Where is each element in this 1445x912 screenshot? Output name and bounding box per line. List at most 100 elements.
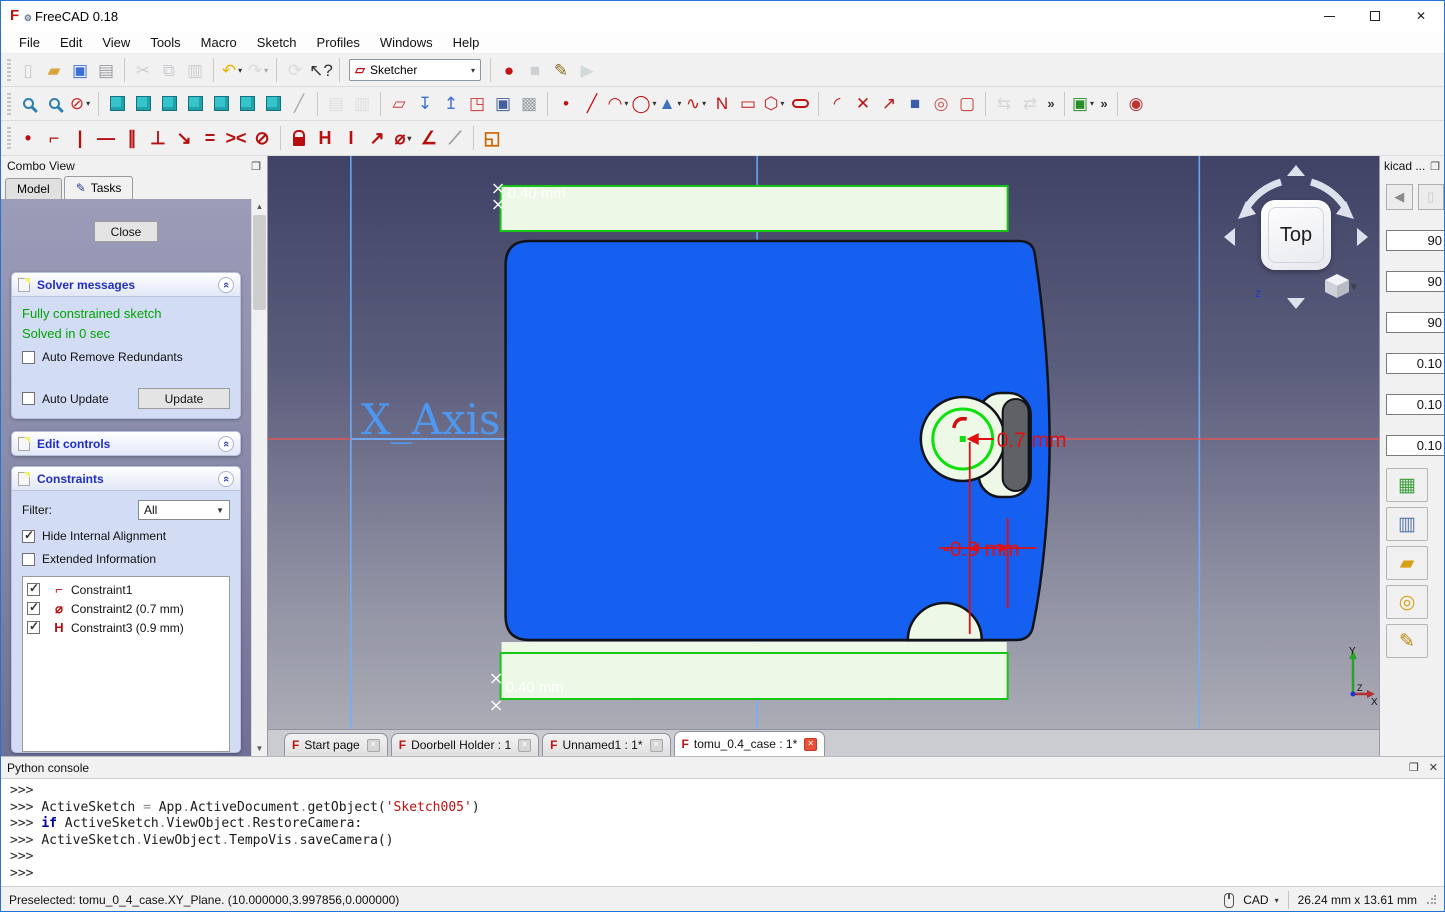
create-point-icon[interactable]: • bbox=[553, 91, 579, 117]
auto-update-checkbox[interactable] bbox=[22, 392, 35, 405]
python-console-body[interactable]: >>> >>> ActiveSketch = App.ActiveDocumen… bbox=[1, 779, 1444, 887]
constraint-coincident-icon[interactable]: • bbox=[15, 125, 41, 151]
document-tab-start-page[interactable]: FStart page✕ bbox=[284, 733, 388, 756]
menu-macro[interactable]: Macro bbox=[191, 32, 247, 53]
constraint-row[interactable]: ⌀Constraint2 (0.7 mm) bbox=[27, 599, 225, 618]
menu-view[interactable]: View bbox=[92, 32, 140, 53]
nav-left-arrow[interactable] bbox=[1224, 228, 1235, 246]
create-polygon-icon[interactable]: ⬡▾ bbox=[761, 91, 787, 117]
leave-sketch-icon[interactable]: ↧ bbox=[412, 91, 438, 117]
view-rear-icon[interactable] bbox=[208, 91, 234, 117]
construction-mode-icon[interactable]: ▢ bbox=[954, 91, 980, 117]
nav-right-arrow[interactable] bbox=[1357, 228, 1368, 246]
save-document-icon[interactable]: ▣ bbox=[67, 57, 93, 83]
constraint-equal-icon[interactable]: = bbox=[197, 125, 223, 151]
edit-controls-header[interactable]: Edit controls « bbox=[11, 431, 241, 456]
nav-style-dropdown[interactable]: CAD▾ bbox=[1243, 893, 1278, 907]
minimize-button[interactable] bbox=[1306, 1, 1352, 31]
tab-close-icon[interactable]: ✕ bbox=[367, 739, 380, 752]
macro-execute-icon[interactable]: ▶ bbox=[574, 57, 600, 83]
refresh-icon[interactable]: ⟳ bbox=[282, 57, 308, 83]
create-rectangle-icon[interactable]: ▭ bbox=[735, 91, 761, 117]
resize-grip[interactable] bbox=[1426, 895, 1436, 905]
scroll-down-icon[interactable]: ▼ bbox=[252, 741, 267, 756]
macro-edit-icon[interactable]: ✎ bbox=[548, 57, 574, 83]
clone-icon[interactable]: ⇄ bbox=[1017, 91, 1043, 117]
collapse-icon[interactable]: « bbox=[218, 471, 234, 487]
new-document-icon[interactable]: ▯ bbox=[15, 57, 41, 83]
constraint-lock-icon[interactable] bbox=[286, 125, 312, 151]
document-tab-doorbell-holder-1[interactable]: FDoorbell Holder : 1✕ bbox=[391, 733, 539, 756]
create-arc-icon[interactable]: ◠▾ bbox=[605, 91, 631, 117]
sketch-tools-overflow-icon[interactable]: » bbox=[1043, 91, 1059, 117]
create-slot-icon[interactable] bbox=[787, 91, 813, 117]
view-left-icon[interactable] bbox=[260, 91, 286, 117]
float-panel-icon[interactable]: ❐ bbox=[251, 160, 261, 173]
constraint-point-on-object-icon[interactable]: ⌐ bbox=[41, 125, 67, 151]
tab-close-icon[interactable]: ✕ bbox=[650, 739, 663, 752]
tab-tasks[interactable]: ✎Tasks bbox=[64, 176, 134, 199]
distance-dimension-label[interactable]: -0.9 mm bbox=[943, 538, 1020, 561]
constraint-perpendicular-icon[interactable]: ⊥ bbox=[145, 125, 171, 151]
export-database-button[interactable]: ◎ bbox=[1386, 585, 1428, 619]
close-panel-icon[interactable]: ✕ bbox=[1429, 761, 1438, 774]
panel-scrollbar[interactable]: ▲ ▼ bbox=[251, 199, 267, 756]
highlighted-face-top[interactable] bbox=[501, 186, 1008, 231]
push-footprint-button[interactable]: ▦ bbox=[1386, 468, 1428, 502]
circle-center-point[interactable] bbox=[960, 436, 966, 442]
constraints-header[interactable]: Constraints « bbox=[11, 466, 241, 491]
dropdown-arrow-icon[interactable]: ▾ bbox=[653, 99, 657, 108]
map-sketch-icon[interactable]: ▣ bbox=[490, 91, 516, 117]
tab-model[interactable]: Model bbox=[5, 178, 62, 199]
menu-help[interactable]: Help bbox=[443, 32, 490, 53]
toolbar-grip[interactable] bbox=[7, 93, 11, 115]
constraint-vertical-icon[interactable]: | bbox=[67, 125, 93, 151]
constraint-checkbox[interactable] bbox=[27, 602, 40, 615]
kicad-spinbox[interactable]: 90 bbox=[1386, 230, 1444, 251]
create-polyline-icon[interactable]: N bbox=[709, 91, 735, 117]
menu-file[interactable]: File bbox=[9, 32, 50, 53]
menu-tools[interactable]: Tools bbox=[140, 32, 190, 53]
scroll-up-icon[interactable]: ▲ bbox=[252, 199, 267, 214]
nav-down-arrow[interactable] bbox=[1287, 298, 1305, 309]
create-line-icon[interactable]: ╱ bbox=[579, 91, 605, 117]
nav-up-arrow[interactable] bbox=[1287, 165, 1305, 176]
dropdown-arrow-icon[interactable]: ▾ bbox=[677, 99, 681, 108]
bottom-dimension-label[interactable]: 0.40 mm bbox=[506, 679, 564, 696]
kicad-spinbox[interactable]: 90 bbox=[1386, 312, 1444, 333]
copy-icon[interactable]: ⧉ bbox=[156, 57, 182, 83]
extend-edge-icon[interactable]: ↗ bbox=[876, 91, 902, 117]
view-section-icon[interactable]: ◳ bbox=[464, 91, 490, 117]
3d-viewport[interactable]: 0.7 mm -0.9 mm 0.40 mm 0.40 mm X_Axis bbox=[268, 156, 1379, 729]
extended-information-checkbox[interactable] bbox=[22, 553, 35, 566]
constraint-tangent-icon[interactable]: ↘ bbox=[171, 125, 197, 151]
view-isometric-icon[interactable] bbox=[104, 91, 130, 117]
symmetry-icon[interactable]: ⇆ bbox=[991, 91, 1017, 117]
fit-all-icon[interactable] bbox=[15, 91, 41, 117]
dropdown-arrow-icon[interactable]: ▾ bbox=[86, 99, 90, 108]
float-panel-icon[interactable]: ❐ bbox=[1430, 160, 1440, 173]
paste-icon[interactable]: ▥ bbox=[182, 57, 208, 83]
new-page-button[interactable]: ▯ bbox=[1418, 184, 1445, 210]
collapse-icon[interactable]: « bbox=[218, 277, 234, 293]
dropdown-arrow-icon[interactable]: ▾ bbox=[702, 99, 706, 108]
export-board-button[interactable]: ▰ bbox=[1386, 546, 1428, 580]
constraint-horizontal-icon[interactable]: — bbox=[93, 125, 119, 151]
dropdown-arrow-icon[interactable]: ▾ bbox=[780, 99, 784, 108]
trim-edge-icon[interactable]: ✕ bbox=[850, 91, 876, 117]
hide-internal-alignment-checkbox[interactable] bbox=[22, 530, 35, 543]
open-document-icon[interactable]: ▰ bbox=[41, 57, 67, 83]
toggle-driving-constraint-icon[interactable]: ◱ bbox=[479, 125, 505, 151]
document-tab-unnamed1-1-[interactable]: FUnnamed1 : 1*✕ bbox=[542, 733, 670, 756]
create-bspline-icon[interactable]: ∿▾ bbox=[683, 91, 709, 117]
tab-close-icon[interactable]: ✕ bbox=[804, 738, 817, 751]
kicad-spinbox[interactable]: 0.10 bbox=[1386, 353, 1444, 374]
part-extrude-icon[interactable]: ▤ bbox=[323, 91, 349, 117]
constraint-block-icon[interactable]: ⊘ bbox=[249, 125, 275, 151]
kicad-spinbox[interactable]: 0.10 bbox=[1386, 394, 1444, 415]
create-circle-icon[interactable]: ◯▾ bbox=[631, 91, 657, 117]
external-geometry-icon[interactable]: ■ bbox=[902, 91, 928, 117]
dropdown-arrow-icon[interactable]: ▾ bbox=[407, 134, 411, 143]
menu-windows[interactable]: Windows bbox=[370, 32, 443, 53]
constraint-filter-dropdown[interactable]: All▼ bbox=[138, 500, 230, 520]
